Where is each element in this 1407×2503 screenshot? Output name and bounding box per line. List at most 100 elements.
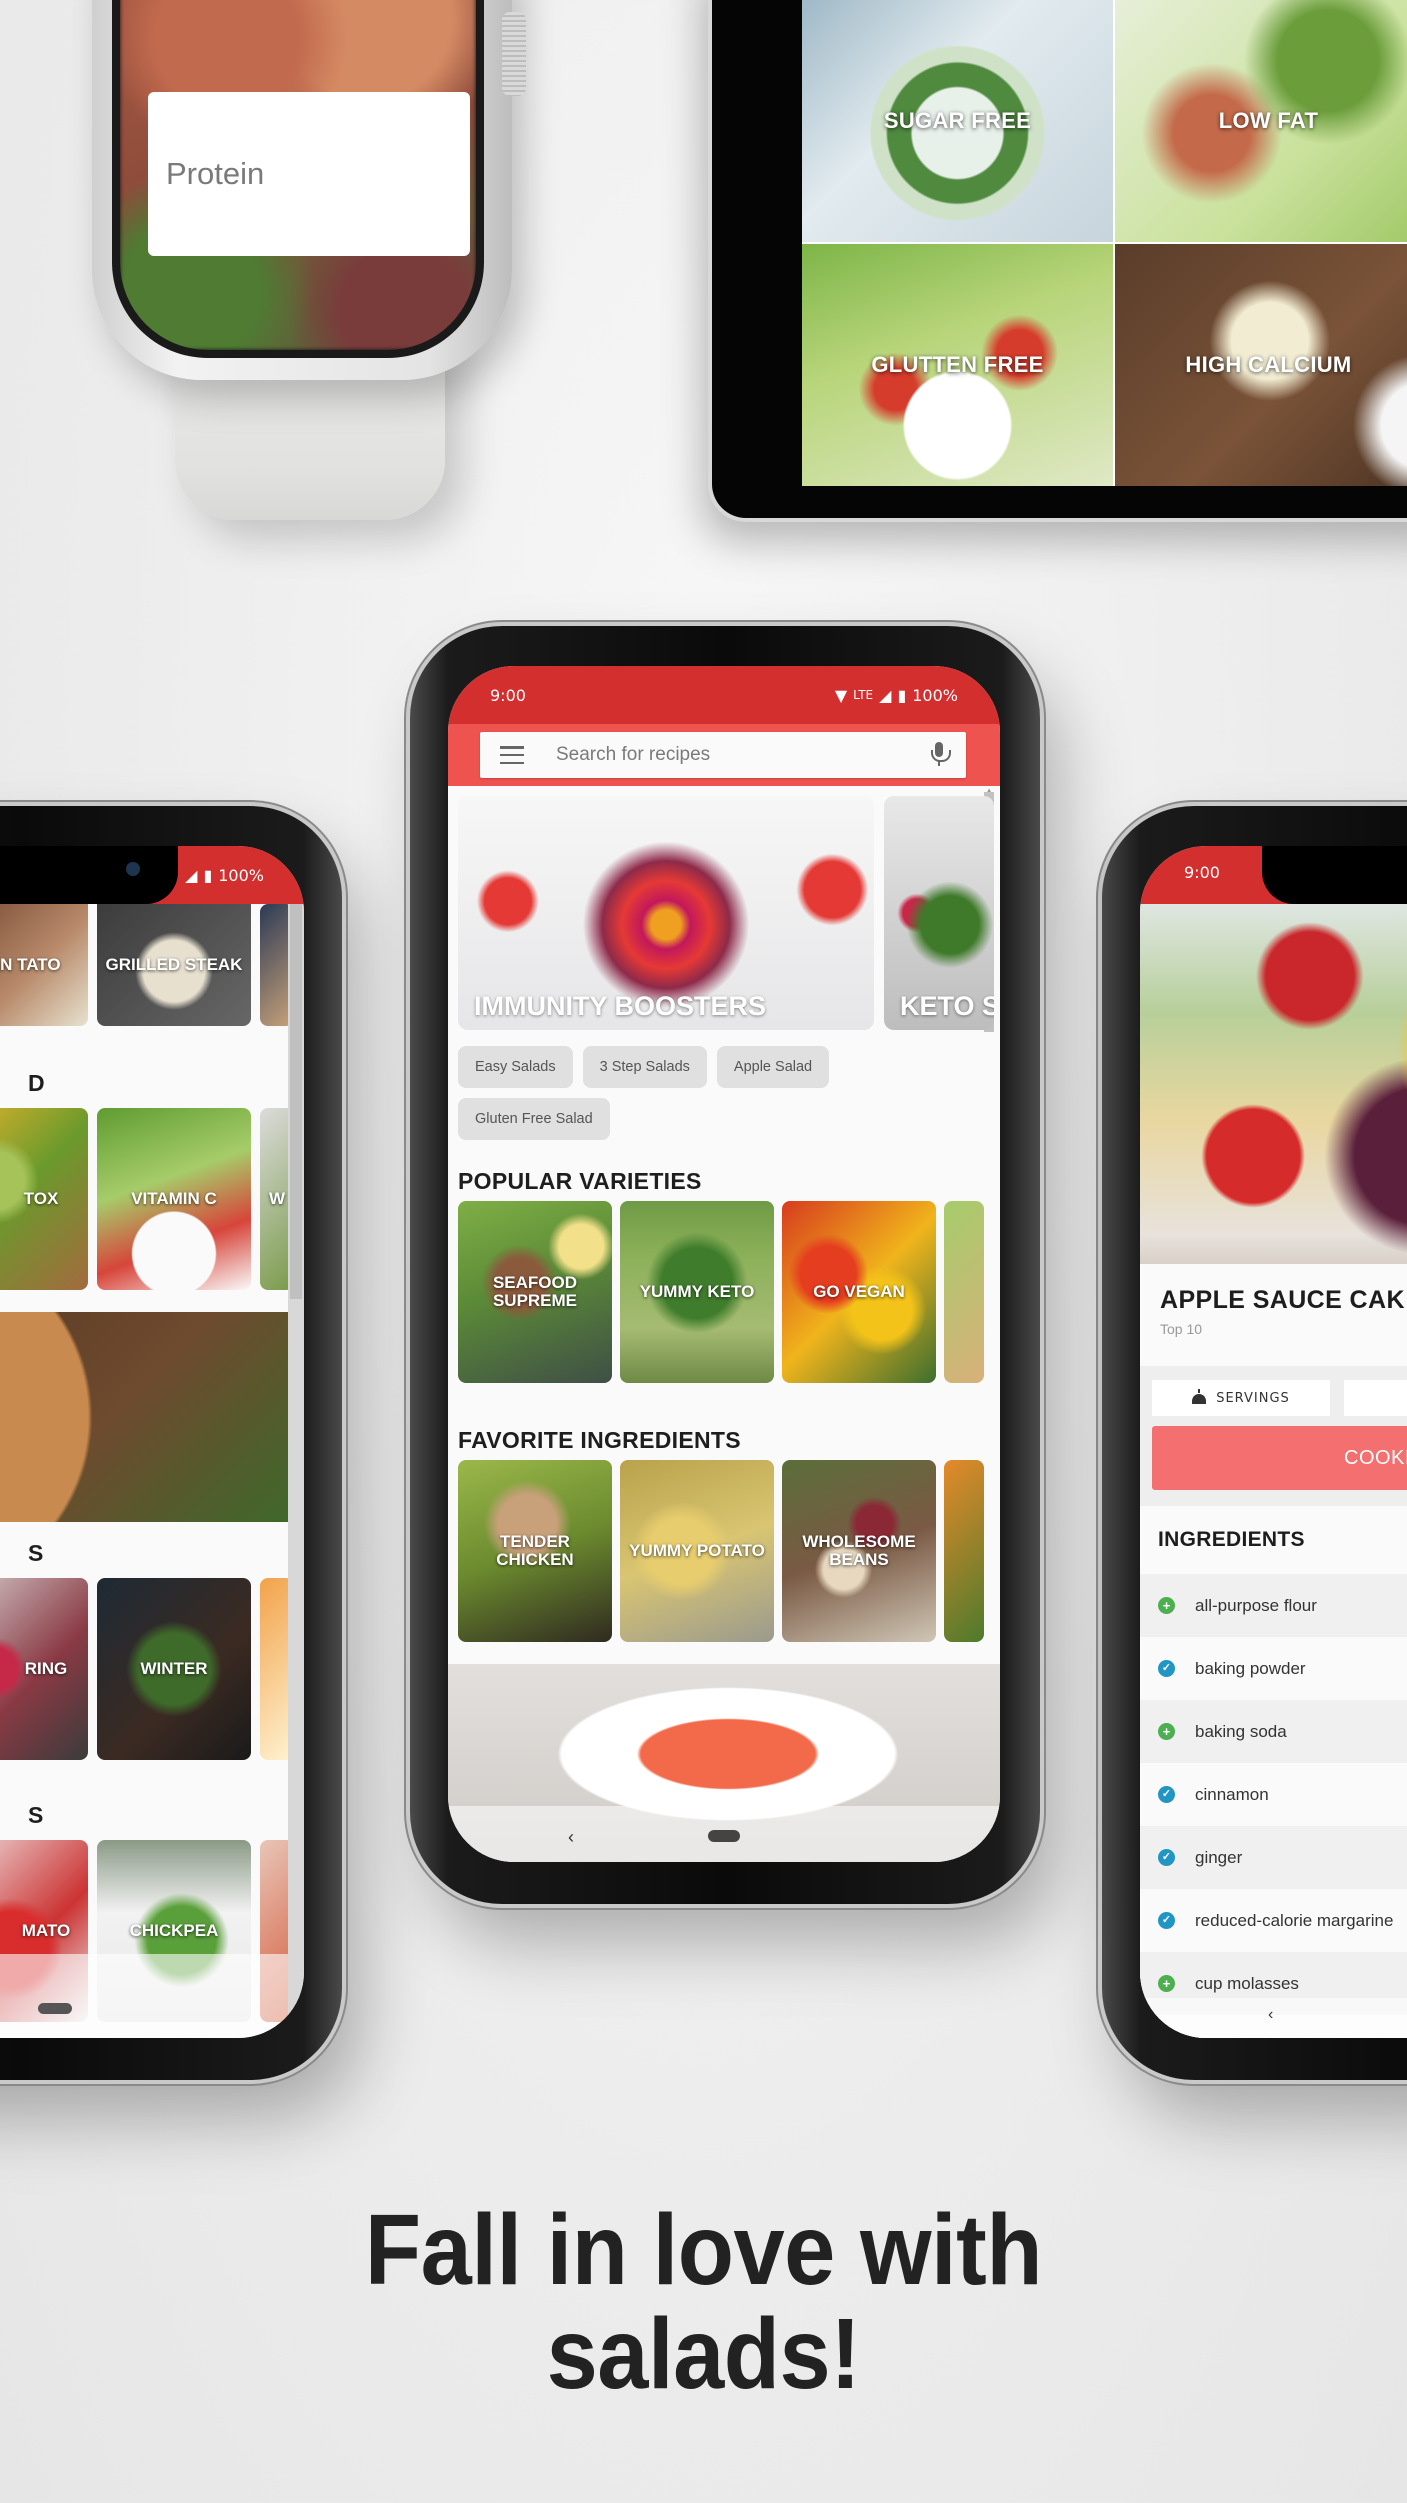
recipe-header: APPLE SAUCE CAK Top 10: [1140, 1264, 1407, 1366]
card-label: RMAN TATO: [0, 955, 61, 974]
tablet-tile-low-fat[interactable]: LOW FAT: [1115, 0, 1407, 242]
card-label: GO VEGAN: [813, 1282, 905, 1301]
time-tab[interactable]: [1344, 1380, 1407, 1416]
ingredient-name: baking powder: [1195, 1658, 1306, 1678]
headline-line-2: salads!: [546, 2298, 861, 2410]
hamburger-menu-icon[interactable]: [500, 746, 524, 764]
cooking-button[interactable]: COOKI: [1152, 1426, 1407, 1490]
navigation-bar: ‹: [448, 1806, 1000, 1862]
section-title: S: [28, 1802, 44, 1828]
variety-card[interactable]: YUMMY KETO: [620, 1201, 774, 1383]
ingredient-name: cup molasses: [1195, 1973, 1299, 1993]
status-time: 9:00: [490, 685, 526, 705]
ingredient-card[interactable]: WHOLESOME BEANS: [782, 1460, 936, 1642]
ingredient-name: all-purpose flour: [1195, 1595, 1317, 1615]
battery-level: 100%: [912, 685, 958, 705]
check-circle-icon[interactable]: ✓: [1158, 1912, 1175, 1929]
watch-card-label: Protein: [166, 156, 265, 191]
suggestion-chips: Easy Salads 3 Step Salads Apple Salad Gl…: [458, 1046, 868, 1140]
category-card[interactable]: TOX: [0, 1108, 88, 1290]
category-card[interactable]: VITAMIN C: [97, 1108, 251, 1290]
variety-card[interactable]: GO VEGAN: [782, 1201, 936, 1383]
network-type: LTE: [853, 688, 874, 702]
category-card[interactable]: GRILLED STEAK: [97, 904, 251, 1026]
home-pill[interactable]: [38, 2003, 72, 2014]
add-circle-icon[interactable]: +: [1158, 1723, 1175, 1740]
servings-label: SERVINGS: [1216, 1390, 1290, 1406]
ingredients-list: + all-purpose flour ✓ baking powder + baking …: [1140, 1574, 1407, 2038]
ingredient-row[interactable]: ✓ baking powder: [1140, 1637, 1407, 1700]
battery-level: 100%: [218, 865, 264, 885]
featured-card-keto[interactable]: KETO S: [884, 796, 994, 1030]
servings-tab[interactable]: SERVINGS: [1152, 1380, 1330, 1416]
ingredient-row[interactable]: ✓ ginger: [1140, 1826, 1407, 1889]
variety-card[interactable]: [944, 1201, 984, 1383]
featured-card-immunity-boosters[interactable]: IMMUNITY BOOSTERS: [458, 796, 874, 1030]
tile-label: SUGAR FREE: [883, 108, 1032, 133]
check-circle-icon[interactable]: ✓: [1158, 1786, 1175, 1803]
category-card[interactable]: WINTER: [97, 1578, 251, 1760]
search-bar: [480, 732, 966, 778]
card-label: MATO: [21, 1921, 71, 1940]
navigation-bar: [0, 1954, 288, 2038]
tile-label: HIGH CALCIUM: [1185, 352, 1352, 377]
card-label: VITAMIN C: [131, 1189, 217, 1208]
ingredient-name: reduced-calorie margarine: [1195, 1910, 1394, 1930]
center-phone-screen: 9:00 ▼ LTE ◢ ▮ 100% ▲ IMMUNITY BOOSTERS: [448, 666, 1000, 1862]
chip-gluten-free-salad[interactable]: Gluten Free Salad: [458, 1098, 610, 1140]
watch-crown: [502, 12, 526, 96]
card-label: GRILLED STEAK: [105, 955, 243, 974]
ingredient-card[interactable]: TENDER CHICKEN: [458, 1460, 612, 1642]
card-label: WHOLESOME BEANS: [802, 1532, 916, 1569]
category-row: TOX VITAMIN C W: [0, 1108, 294, 1290]
recipe-banner[interactable]: [0, 1312, 304, 1522]
ingredient-name: baking soda: [1195, 1721, 1287, 1741]
notch: [1262, 846, 1407, 904]
card-label: TENDER CHICKEN: [496, 1532, 574, 1569]
status-bar: 9:00 ▼ LTE ◢ ▮ 100%: [448, 666, 1000, 724]
back-icon[interactable]: ‹: [1268, 2006, 1273, 2024]
tablet-tile-high-calcium[interactable]: HIGH CALCIUM: [1115, 244, 1407, 486]
ingredient-card[interactable]: YUMMY POTATO: [620, 1460, 774, 1642]
recipe-title: APPLE SAUCE CAK: [1160, 1286, 1405, 1314]
ingredient-row[interactable]: ✓ cinnamon: [1140, 1763, 1407, 1826]
tablet-tile-gluten-free[interactable]: GLUTTEN FREE: [802, 244, 1113, 486]
recipe-actions: SERVINGS COOKI: [1140, 1366, 1407, 1506]
chip-3-step-salads[interactable]: 3 Step Salads: [582, 1046, 707, 1088]
microphone-icon[interactable]: [930, 742, 951, 768]
favorite-ingredients-row: TENDER CHICKEN YUMMY POTATO WHOLESOME BE…: [458, 1460, 984, 1642]
card-label: RING: [24, 1659, 68, 1678]
ingredient-name: ginger: [1195, 1847, 1243, 1867]
popular-varieties-row: SEAFOOD SUPREME YUMMY KETO GO VEGAN: [458, 1201, 984, 1383]
category-card[interactable]: RMAN TATO: [0, 904, 88, 1026]
ingredient-row[interactable]: + baking soda: [1140, 1700, 1407, 1763]
category-card[interactable]: RING: [0, 1578, 88, 1760]
chip-easy-salads[interactable]: Easy Salads: [458, 1046, 573, 1088]
scrollbar-thumb[interactable]: [290, 904, 302, 1299]
card-label: SEAFOOD SUPREME: [492, 1273, 578, 1310]
right-phone-screen: 9:00 APPLE SAUCE CAK Top 10 SERVINGS COO…: [1140, 846, 1407, 2038]
watch-category-card[interactable]: Protein: [148, 92, 470, 256]
recipe-subtitle: Top 10: [1160, 1321, 1203, 1337]
back-icon[interactable]: ‹: [568, 1827, 574, 1848]
add-circle-icon[interactable]: +: [1158, 1975, 1175, 1992]
left-phone-screen: ◢ ▮ 100% RMAN TATO GRILLED STEAK D TOX V…: [0, 846, 304, 2038]
add-circle-icon[interactable]: +: [1158, 1597, 1175, 1614]
ingredient-row[interactable]: + all-purpose flour: [1140, 1574, 1407, 1637]
check-circle-icon[interactable]: ✓: [1158, 1849, 1175, 1866]
ingredient-card[interactable]: [944, 1460, 984, 1642]
featured-carousel: IMMUNITY BOOSTERS KETO S: [458, 796, 1000, 1034]
notch: [0, 846, 178, 904]
category-row: RMAN TATO GRILLED STEAK: [0, 904, 294, 1026]
card-label: YUMMY KETO: [639, 1282, 755, 1301]
tablet-frame: SUGAR FREE LOW FAT GLUTTEN FREE HIGH CAL…: [708, 0, 1407, 522]
chip-apple-salad[interactable]: Apple Salad: [716, 1046, 830, 1088]
home-pill[interactable]: [708, 1830, 740, 1842]
check-circle-icon[interactable]: ✓: [1158, 1660, 1175, 1677]
search-input[interactable]: [556, 744, 930, 766]
headline-line-1: Fall in love with: [364, 2194, 1043, 2306]
tablet-tile-sugar-free[interactable]: SUGAR FREE: [802, 0, 1113, 242]
variety-card[interactable]: SEAFOOD SUPREME: [458, 1201, 612, 1383]
ingredient-row[interactable]: ✓ reduced-calorie margarine: [1140, 1889, 1407, 1952]
favorite-ingredients-title: FAVORITE INGREDIENTS: [458, 1427, 741, 1453]
